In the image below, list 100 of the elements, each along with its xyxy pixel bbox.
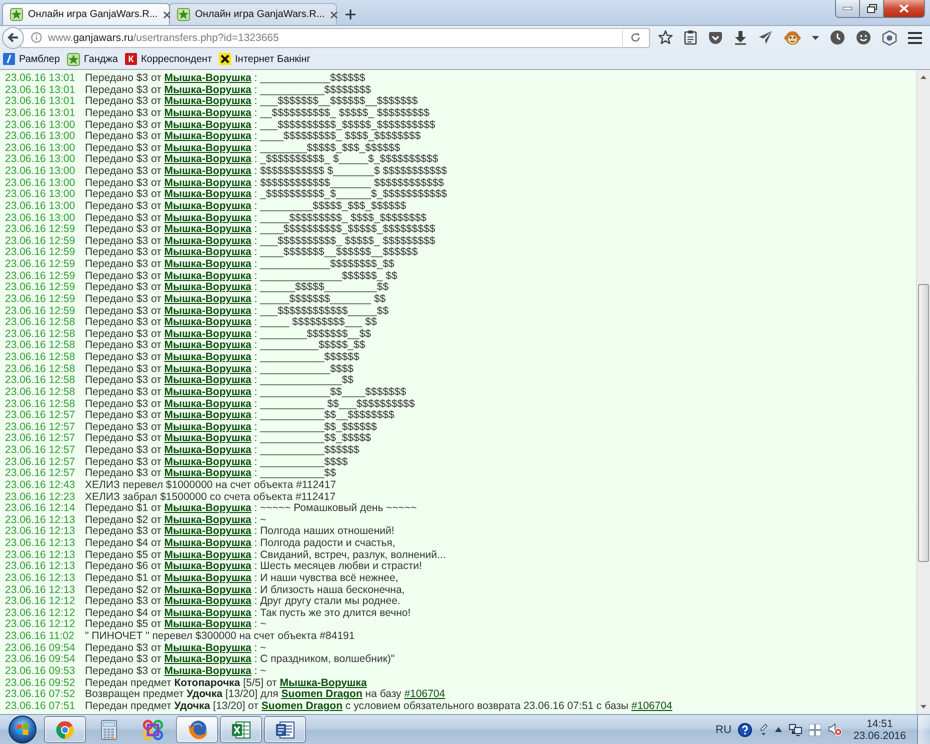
taskbar-button[interactable] (220, 716, 262, 743)
user-link[interactable]: Мышка-Ворушка (164, 584, 252, 596)
shield-icon[interactable] (708, 30, 723, 44)
minimize-button[interactable] (835, 0, 860, 18)
smiley-icon[interactable] (856, 30, 871, 45)
user-link[interactable]: Мышка-Ворушка (280, 676, 367, 688)
user-link[interactable]: Мышка-Ворушка (164, 664, 252, 677)
user-link[interactable]: Мышка-Ворушка (164, 653, 252, 666)
speaker-icon[interactable] (828, 723, 842, 736)
round-logo-icon[interactable] (55, 720, 75, 740)
window-panes-icon[interactable] (809, 724, 822, 736)
star-icon[interactable] (658, 30, 673, 45)
start-button[interactable] (8, 715, 36, 744)
pen-icon[interactable] (759, 723, 768, 736)
hexagon-icon[interactable] (882, 30, 897, 46)
user-link[interactable]: Мышка-Ворушка (164, 270, 252, 282)
user-link[interactable]: Мышка-Ворушка (164, 502, 252, 514)
user-link[interactable]: Мышка-Ворушка (164, 560, 252, 572)
user-link[interactable]: Мышка-Ворушка (164, 444, 252, 456)
user-link[interactable]: Мышка-Ворушка (164, 351, 252, 363)
user-link[interactable]: Мышка-Ворушка (164, 398, 252, 410)
help-icon[interactable] (738, 722, 752, 736)
user-link[interactable]: Мышка-Ворушка (164, 281, 252, 294)
caret-down-icon[interactable] (812, 36, 819, 40)
user-link[interactable]: Мышка-Ворушка (164, 420, 252, 433)
clock-button[interactable]: 14:51 23.06.2016 (853, 718, 906, 742)
user-link[interactable]: Мышка-Ворушка (164, 525, 252, 538)
user-link[interactable]: Мышка-Ворушка (164, 467, 252, 480)
taskbar-button[interactable] (44, 716, 86, 743)
user-link[interactable]: Suomen Dragon (281, 688, 362, 700)
user-link[interactable]: Мышка-Ворушка (164, 548, 252, 561)
user-link[interactable]: Мышка-Ворушка (164, 432, 252, 444)
clock-icon[interactable] (830, 30, 845, 45)
user-link[interactable]: Мышка-Ворушка (164, 72, 252, 84)
caret-up-icon[interactable] (775, 727, 782, 732)
user-link[interactable]: Мышка-Ворушка (164, 374, 252, 386)
user-link[interactable]: Мышка-Ворушка (164, 409, 252, 422)
download-icon[interactable] (734, 30, 747, 45)
user-link[interactable]: Мышка-Ворушка (164, 176, 252, 189)
reload-icon[interactable] (630, 32, 641, 43)
taskbar-button[interactable] (264, 716, 306, 743)
close-icon[interactable] (330, 10, 338, 18)
calculator-icon[interactable] (101, 720, 117, 740)
user-link[interactable]: Мышка-Ворушка (164, 130, 252, 142)
user-link[interactable]: Мышка-Ворушка (164, 223, 252, 236)
user-link[interactable]: Мышка-Ворушка (164, 328, 252, 340)
base-link[interactable]: #106704 (631, 700, 672, 712)
taskbar-button[interactable] (176, 716, 218, 743)
back-button[interactable] (2, 26, 24, 48)
user-link[interactable]: Мышка-Ворушка (164, 386, 252, 398)
user-link[interactable]: Мышка-Ворушка (164, 258, 252, 270)
user-link[interactable]: Мышка-Ворушка (164, 292, 252, 305)
network-icon[interactable] (789, 723, 802, 736)
user-link[interactable]: Мышка-Ворушка (164, 316, 252, 328)
bookmark-link[interactable]: Ганджа (66, 52, 118, 66)
document-icon[interactable] (275, 720, 295, 740)
user-link[interactable]: Мышка-Ворушка (164, 234, 252, 247)
user-link[interactable]: Мышка-Ворушка (164, 200, 252, 212)
user-link[interactable]: Мышка-Ворушка (164, 84, 252, 96)
user-link[interactable]: Мышка-Ворушка (164, 246, 252, 258)
user-link[interactable]: Мышка-Ворушка (164, 142, 252, 154)
user-link[interactable]: Мышка-Ворушка (164, 537, 252, 549)
user-link[interactable]: Мышка-Ворушка (164, 514, 252, 526)
user-link[interactable]: Мышка-Ворушка (164, 95, 252, 108)
user-link[interactable]: Мышка-Ворушка (164, 304, 252, 316)
address-field[interactable]: www.ganjawars.ru/usertransfers.php?id=1323665 (20, 28, 650, 48)
user-link[interactable]: Мышка-Ворушка (164, 165, 252, 177)
clipboard-icon[interactable] (684, 30, 697, 45)
user-link[interactable]: Мышка-Ворушка (164, 118, 252, 130)
menu-icon[interactable] (908, 32, 922, 44)
user-link[interactable]: Мышка-Ворушка (164, 212, 252, 224)
browser-tab[interactable]: Онлайн игра GanjaWars.R... (2, 3, 170, 25)
user-link[interactable]: Мышка-Ворушка (164, 339, 252, 352)
bookmark-link[interactable]: К Корреспондент (124, 53, 212, 65)
paper-plane-icon[interactable] (758, 30, 773, 45)
plus-icon[interactable] (345, 9, 356, 20)
scrollbar-thumb[interactable] (918, 284, 929, 562)
user-link[interactable]: Мышка-Ворушка (164, 456, 252, 468)
spreadsheet-icon[interactable] (231, 720, 251, 740)
user-link[interactable]: Мышка-Ворушка (164, 642, 252, 654)
close-icon[interactable] (162, 10, 171, 18)
close-button[interactable] (883, 0, 925, 18)
monkey-face-icon[interactable] (784, 30, 801, 46)
loop-knot-icon[interactable] (142, 718, 164, 740)
browser-tab[interactable]: Онлайн игра GanjaWars.R... (169, 3, 337, 25)
maximize-button[interactable] (859, 0, 884, 18)
user-link[interactable]: Мышка-Ворушка (164, 153, 252, 166)
language-indicator[interactable]: RU (716, 724, 732, 736)
show-desktop-button[interactable] (917, 715, 930, 744)
user-link[interactable]: Мышка-Ворушка (164, 362, 252, 375)
user-link[interactable]: Мышка-Ворушка (164, 618, 252, 630)
user-link[interactable]: Suomen Dragon (261, 700, 342, 712)
user-link[interactable]: Мышка-Ворушка (164, 106, 252, 119)
bookmark-link[interactable]: Інтернет Банкінг (219, 53, 310, 65)
user-link[interactable]: Мышка-Ворушка (164, 606, 252, 619)
user-link[interactable]: Мышка-Ворушка (164, 188, 252, 200)
fox-globe-icon[interactable] (186, 719, 208, 740)
base-link[interactable]: #106704 (404, 688, 446, 700)
user-link[interactable]: Мышка-Ворушка (164, 572, 252, 584)
bookmark-link[interactable]: Рамблер (3, 53, 60, 65)
